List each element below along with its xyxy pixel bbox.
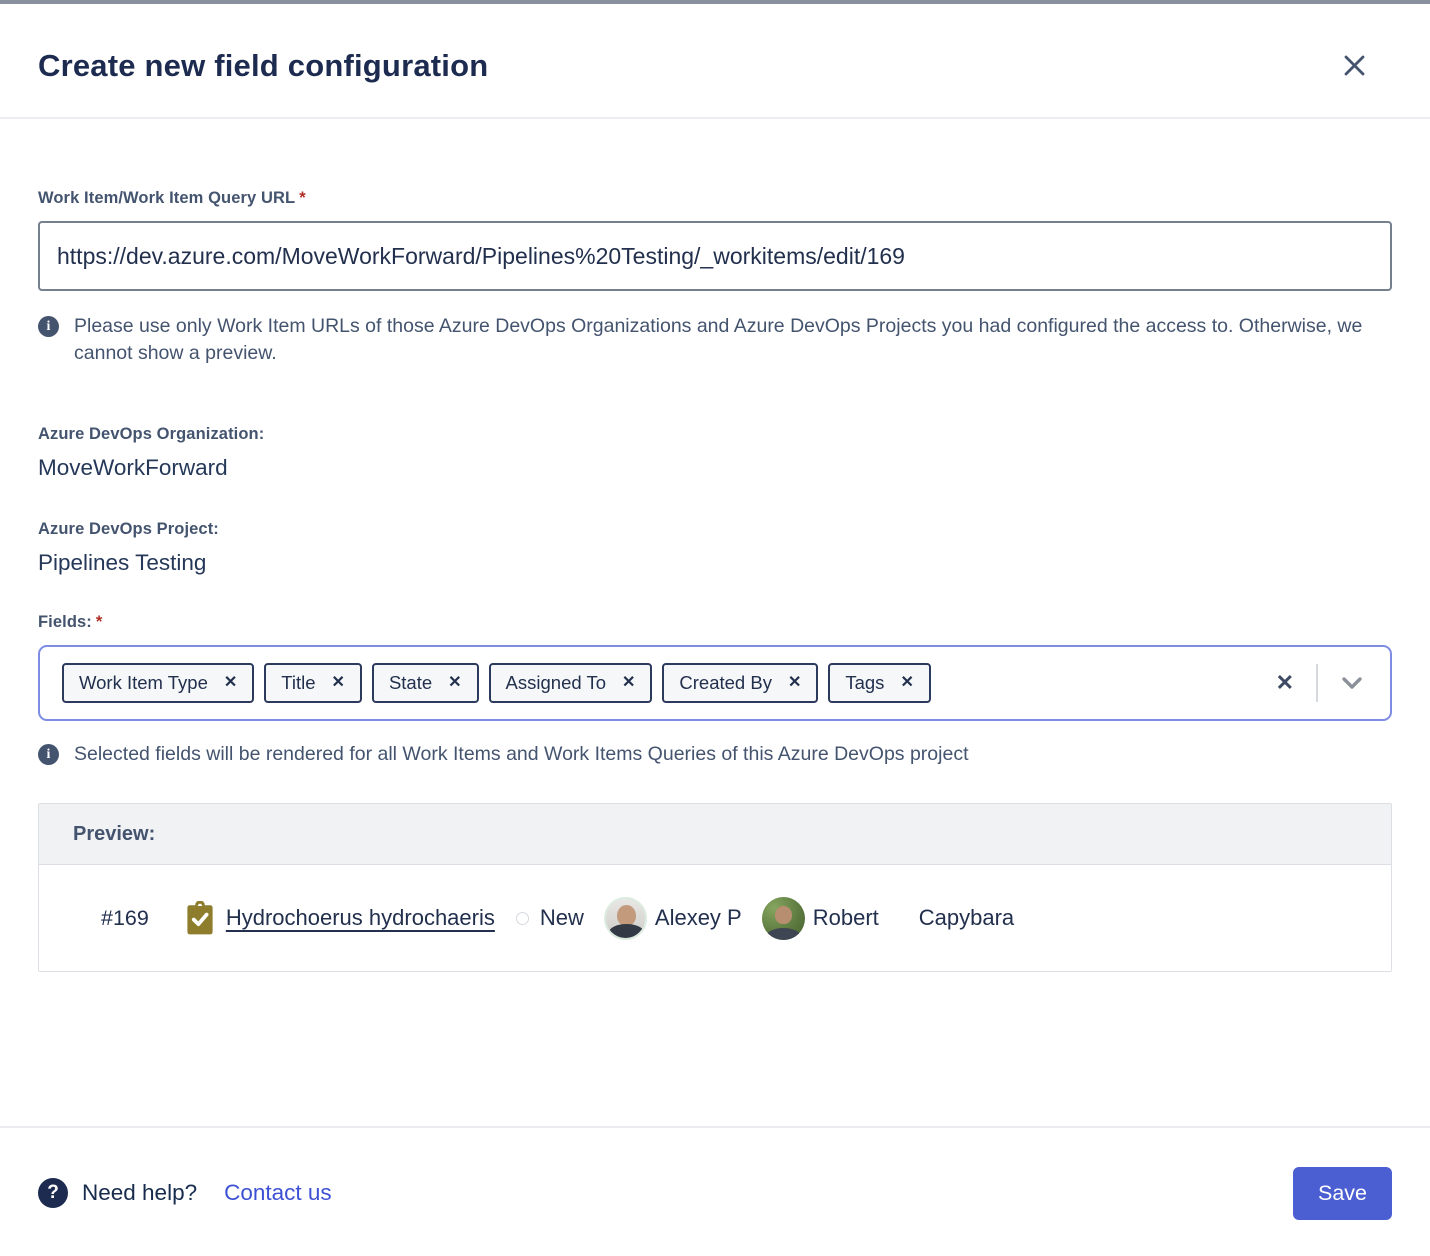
fields-multi-select[interactable]: Work Item Type ✕ Title ✕ State ✕ Assigne… xyxy=(38,645,1392,721)
assigned-to-group: Alexey P xyxy=(604,897,742,940)
created-by-name: Robert xyxy=(813,905,879,931)
chip-state[interactable]: State ✕ xyxy=(372,663,479,703)
chip-remove-icon[interactable]: ✕ xyxy=(622,675,635,691)
required-marker: * xyxy=(96,613,103,631)
clear-all-icon[interactable]: ✕ xyxy=(1272,672,1298,694)
page-title: Create new field configuration xyxy=(38,48,488,84)
work-item-type-icon xyxy=(185,901,215,935)
preview-header: Preview: xyxy=(39,804,1391,865)
chip-label: Assigned To xyxy=(506,672,606,694)
question-mark-icon: ? xyxy=(38,1178,68,1208)
organization-value: MoveWorkForward xyxy=(38,455,1392,481)
selected-field-chips: Work Item Type ✕ Title ✕ State ✕ Assigne… xyxy=(62,663,931,703)
assigned-to-name: Alexey P xyxy=(655,905,742,931)
organization-label: Azure DevOps Organization: xyxy=(38,425,1392,444)
created-by-avatar xyxy=(762,897,805,940)
tags-value: Capybara xyxy=(919,905,1014,931)
chip-work-item-type[interactable]: Work Item Type ✕ xyxy=(62,663,254,703)
fields-label-text: Fields: xyxy=(38,613,92,631)
chip-assigned-to[interactable]: Assigned To ✕ xyxy=(489,663,653,703)
chip-label: Tags xyxy=(845,672,884,694)
chip-remove-icon[interactable]: ✕ xyxy=(332,675,345,691)
modal-body: Work Item/Work Item Query URL* i Please … xyxy=(0,189,1430,972)
project-label: Azure DevOps Project: xyxy=(38,520,1392,539)
state-value: New xyxy=(540,905,584,931)
footer-divider xyxy=(0,1126,1430,1128)
info-icon: i xyxy=(38,316,59,337)
close-icon xyxy=(1339,69,1370,84)
organization-field: Azure DevOps Organization: MoveWorkForwa… xyxy=(38,425,1392,481)
select-separator xyxy=(1316,664,1318,702)
assigned-to-avatar xyxy=(604,897,647,940)
url-info-row: i Please use only Work Item URLs of thos… xyxy=(38,313,1392,367)
fields-label: Fields:* xyxy=(38,613,1392,632)
project-value: Pipelines Testing xyxy=(38,550,1392,576)
url-help-text: Please use only Work Item URLs of those … xyxy=(74,313,1364,367)
chevron-down-icon[interactable] xyxy=(1336,673,1368,693)
chip-label: Work Item Type xyxy=(79,672,208,694)
fields-info-row: i Selected fields will be rendered for a… xyxy=(38,741,1392,768)
info-icon: i xyxy=(38,744,59,765)
chip-label: State xyxy=(389,672,432,694)
chip-created-by[interactable]: Created By ✕ xyxy=(662,663,818,703)
state-group: New xyxy=(516,905,584,931)
modal-footer: ? Need help? Contact us Save xyxy=(0,1130,1430,1256)
fields-help-text: Selected fields will be rendered for all… xyxy=(74,741,969,768)
save-button[interactable]: Save xyxy=(1293,1167,1392,1220)
chip-remove-icon[interactable]: ✕ xyxy=(224,675,237,691)
work-item-id: #169 xyxy=(101,906,149,931)
created-by-group: Robert xyxy=(762,897,879,940)
preview-panel: Preview: #169 Hydrochoerus hydrochaeris … xyxy=(38,803,1392,972)
state-circle-icon xyxy=(516,912,529,925)
chip-remove-icon[interactable]: ✕ xyxy=(788,675,801,691)
work-item-preview-row: #169 Hydrochoerus hydrochaeris New Alexe… xyxy=(39,865,1391,971)
contact-us-link[interactable]: Contact us xyxy=(224,1180,332,1206)
work-item-url-input[interactable] xyxy=(38,221,1392,291)
url-field-label: Work Item/Work Item Query URL* xyxy=(38,189,1392,208)
chip-label: Created By xyxy=(679,672,772,694)
chip-title[interactable]: Title ✕ xyxy=(264,663,362,703)
chip-label: Title xyxy=(281,672,315,694)
required-marker: * xyxy=(299,189,306,207)
url-field-label-text: Work Item/Work Item Query URL xyxy=(38,189,295,207)
chip-remove-icon[interactable]: ✕ xyxy=(448,675,461,691)
chip-remove-icon[interactable]: ✕ xyxy=(900,675,913,691)
modal-header: Create new field configuration xyxy=(0,4,1430,117)
project-field: Azure DevOps Project: Pipelines Testing xyxy=(38,520,1392,576)
chip-tags[interactable]: Tags ✕ xyxy=(828,663,930,703)
need-help-text: Need help? xyxy=(82,1180,197,1206)
header-divider xyxy=(0,117,1430,119)
work-item-title-link[interactable]: Hydrochoerus hydrochaeris xyxy=(226,905,495,931)
close-button[interactable] xyxy=(1335,46,1374,85)
select-controls: ✕ xyxy=(1272,664,1368,702)
